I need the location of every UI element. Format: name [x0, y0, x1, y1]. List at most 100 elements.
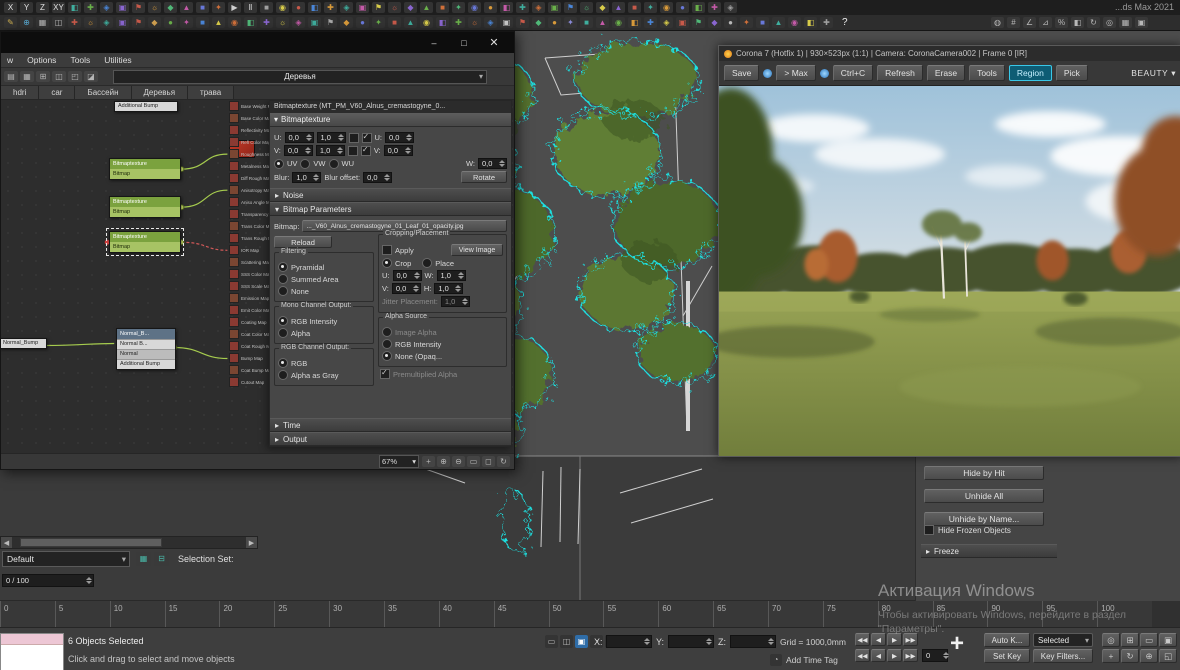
toolbar-icon[interactable]: ◈ [292, 17, 305, 28]
snap-toggle-icon[interactable]: ◎ [1103, 17, 1116, 28]
toolbar-icon[interactable]: ◈ [532, 2, 545, 13]
toolbar-icon[interactable]: ● [356, 17, 369, 28]
toolbar-icon[interactable]: ✚ [644, 17, 657, 28]
nav-tool-icon[interactable]: ⊕ [437, 456, 450, 467]
copy-icon[interactable] [820, 69, 829, 78]
vw-radio[interactable] [300, 159, 310, 169]
material-slot[interactable]: Emission Map [229, 292, 271, 304]
toolbar-icon[interactable]: ▣ [116, 17, 129, 28]
viewport-nav-icon[interactable]: ↻ [1121, 649, 1139, 663]
toolbar-icon[interactable]: ⚑ [372, 2, 385, 13]
nav-tool-icon[interactable]: ◻ [482, 456, 495, 467]
toolbar-icon[interactable]: ▣ [356, 2, 369, 13]
transport-button[interactable]: ▶▶ [903, 649, 918, 662]
add-time-tag[interactable]: ◔ Add Time Tag [770, 654, 838, 666]
toolbar-icon[interactable]: ☼ [276, 17, 289, 28]
place-radio[interactable] [422, 258, 432, 268]
toolbar-icon[interactable]: XY [52, 2, 65, 13]
material-tool-icon[interactable]: ◰ [68, 71, 82, 82]
material-slot[interactable]: SSS Color Map [229, 268, 271, 280]
toolbar-icon[interactable]: ■ [756, 17, 769, 28]
scrollbar-thumb[interactable] [20, 538, 162, 547]
tools-button[interactable]: Tools [969, 65, 1005, 81]
beauty-pass-selector[interactable]: BEAUTY▾ [1131, 68, 1176, 79]
v-mirror-checkbox[interactable] [348, 146, 358, 156]
node-bitmaptexture-2[interactable]: Bitmaptexture Bitmap [109, 196, 181, 218]
toolbar-icon[interactable]: ✦ [452, 2, 465, 13]
toolbar-icon[interactable]: ☼ [468, 17, 481, 28]
scroll-right-icon[interactable]: ▶ [246, 537, 257, 548]
blur-field[interactable]: 1,0 [292, 172, 321, 183]
node-bitmaptexture-3-selected[interactable]: Bitmaptexture Bitmap [109, 231, 181, 253]
blur-offset-field[interactable]: 0,0 [363, 172, 392, 183]
toolbar-icon[interactable]: ⚑ [516, 17, 529, 28]
panel-button[interactable]: Unhide by Name... [924, 512, 1044, 526]
toolbar-icon[interactable]: ◆ [164, 2, 177, 13]
angle-v-field[interactable]: 0,0 [384, 145, 413, 156]
material-tool-icon[interactable]: ▤ [4, 71, 18, 82]
toolbar-icon[interactable]: ⚑ [564, 2, 577, 13]
alpha-radio[interactable] [278, 328, 288, 338]
node-additional-bump[interactable]: Additional Bump [114, 101, 178, 112]
angle-u-field[interactable]: 0,0 [385, 132, 414, 143]
node-graph-view[interactable]: Additional Bump Bitmaptexture Bitmap Bit… [1, 100, 514, 453]
material-slot[interactable]: Trans Color Map [229, 220, 271, 232]
toolbar-icon[interactable]: Y [20, 2, 33, 13]
toolbar-icon[interactable]: ✚ [820, 17, 833, 28]
material-slot[interactable]: Refl Color Map [229, 136, 271, 148]
bitmaptexture-rollout-header[interactable]: ▾ Bitmaptexture [270, 113, 511, 127]
timeline-track-bar[interactable]: 0510152025303540455055606570758085909510… [0, 600, 1152, 628]
toolbar-icon[interactable]: ⚑ [132, 17, 145, 28]
nav-tool-icon[interactable]: ⊖ [452, 456, 465, 467]
node-normal-bump[interactable]: Normal_B... Normal B... Normal Additiona… [116, 328, 176, 370]
toolbar-icon[interactable]: ✚ [516, 2, 529, 13]
transport-button[interactable]: ▶ [887, 649, 902, 662]
crop-v-field[interactable]: 0,0 [392, 283, 421, 294]
viewport-nav-icon[interactable]: ◎ [1102, 633, 1120, 647]
toolbar-icon[interactable]: ◆ [148, 17, 161, 28]
toolbar-icon[interactable]: ✦ [372, 17, 385, 28]
u-mirror-checkbox[interactable] [349, 133, 359, 143]
summed-area-radio[interactable] [278, 274, 288, 284]
selection-set-list-icon[interactable]: ⊟ [154, 552, 169, 566]
help-icon[interactable]: ? [842, 17, 848, 28]
material-slot[interactable]: Coat Bump Map [229, 364, 271, 376]
node-bitmaptexture-1[interactable]: Bitmaptexture Bitmap [109, 158, 181, 180]
rgb-intensity-radio[interactable] [278, 316, 288, 326]
toolbar-icon[interactable]: ◧ [68, 2, 81, 13]
premultiplied-alpha-checkbox[interactable] [380, 369, 390, 379]
crop-radio[interactable] [382, 258, 392, 268]
snap-toggle-icon[interactable]: ∠ [1023, 17, 1036, 28]
material-view-tab[interactable]: трава [188, 86, 234, 99]
toolbar-icon[interactable]: ◈ [100, 17, 113, 28]
toolbar-icon[interactable]: ◫ [52, 17, 65, 28]
toolbar-icon[interactable]: ✦ [740, 17, 753, 28]
toolbar-icon[interactable]: ◉ [612, 17, 625, 28]
toolbar-icon[interactable]: ◈ [484, 17, 497, 28]
wu-radio[interactable] [329, 159, 339, 169]
material-slot[interactable]: Base Weight Map [229, 100, 271, 112]
transport-button[interactable]: ▶▶ [903, 633, 918, 646]
toolbar-icon[interactable]: ◈ [660, 17, 673, 28]
transport-button[interactable]: ◀ [871, 633, 886, 646]
toolbar-icon[interactable]: ▦ [36, 17, 49, 28]
toolbar-icon[interactable]: ◧ [244, 17, 257, 28]
transport-button[interactable]: ◀◀ [855, 649, 870, 662]
named-selection-dropdown[interactable]: Default [2, 551, 130, 567]
bitmap-parameters-rollout[interactable]: ▾ Bitmap Parameters [270, 202, 511, 216]
toolbar-icon[interactable]: ▲ [212, 17, 225, 28]
transport-button[interactable]: ◀◀ [855, 633, 870, 646]
menu-item[interactable]: Utilities [104, 55, 131, 65]
output-rollout[interactable]: ▸ Output [270, 432, 511, 446]
toolbar-icon[interactable]: ✦ [212, 2, 225, 13]
toolbar-icon[interactable]: ▣ [308, 17, 321, 28]
v-offset-field[interactable]: 0,0 [284, 145, 313, 156]
material-slot[interactable]: Aniso Angle Map [229, 196, 271, 208]
offset-mode-icon[interactable]: ◫ [560, 635, 573, 648]
material-view-tab[interactable]: car [39, 86, 75, 99]
snap-toggle-icon[interactable]: ↻ [1087, 17, 1100, 28]
view-image-button[interactable]: View Image [451, 244, 503, 256]
transport-button[interactable]: ▶ [887, 633, 902, 646]
toolbar-icon[interactable]: ▣ [548, 2, 561, 13]
toolbar-icon[interactable]: ■ [260, 2, 273, 13]
